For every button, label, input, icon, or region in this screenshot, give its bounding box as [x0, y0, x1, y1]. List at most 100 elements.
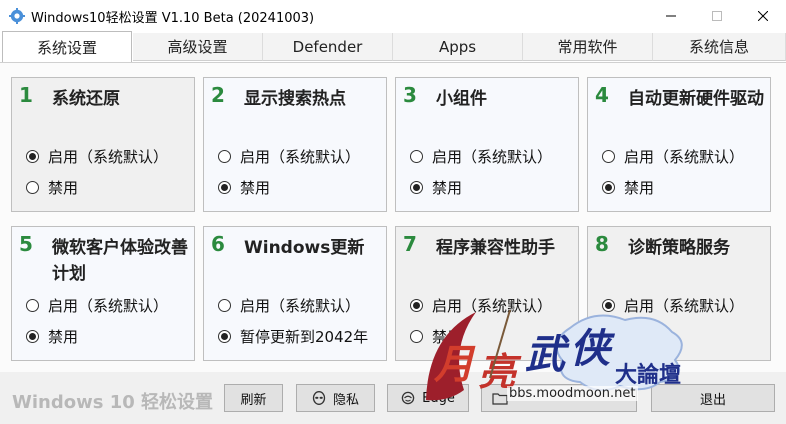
card-title: 系统还原 — [52, 89, 120, 109]
button-label: 刷新 — [240, 392, 267, 408]
card-compat-assistant: 7 程序兼容性助手 启用（系统默认） 禁用 — [395, 226, 579, 361]
option-label: 启用（系统默认） — [432, 296, 553, 315]
card-number: 1 — [19, 83, 33, 107]
radio-button-icon[interactable] — [410, 298, 423, 312]
option-disable[interactable]: 禁用 — [410, 177, 462, 197]
option-enable[interactable]: 启用（系统默认） — [410, 146, 552, 166]
option-enable[interactable]: 启用（系统默认） — [26, 146, 168, 166]
radio-button-icon[interactable] — [410, 149, 423, 163]
option-label: 启用（系统默认） — [240, 296, 361, 315]
maximize-icon — [712, 10, 722, 21]
tab-defender[interactable]: Defender — [263, 33, 393, 61]
card-title: 程序兼容性助手 — [436, 238, 555, 258]
card-number: 7 — [403, 232, 417, 256]
tab-common-software[interactable]: 常用软件 — [523, 33, 653, 61]
gear-app-icon — [9, 8, 25, 24]
tab-advanced-settings[interactable]: 高级设置 — [133, 33, 263, 61]
refresh-button[interactable]: 刷新 — [224, 384, 283, 412]
option-enable[interactable]: 启用（系统默认） — [602, 295, 744, 315]
close-icon — [758, 10, 768, 21]
forum-url-watermark: bbs.moodmoon.net — [507, 386, 638, 401]
card-title: 显示搜索热点 — [244, 89, 346, 109]
radio-button-icon[interactable] — [410, 329, 423, 343]
option-label: 启用（系统默认） — [48, 296, 169, 315]
privacy-button[interactable]: 隐私 — [296, 384, 375, 412]
card-title: Windows更新 — [244, 238, 365, 258]
card-number: 2 — [211, 83, 225, 107]
option-disable[interactable]: 禁用 — [602, 177, 654, 197]
option-label: 启用（系统默认） — [240, 147, 361, 166]
close-button[interactable] — [740, 0, 786, 31]
option-disable[interactable]: 禁用 — [218, 177, 270, 197]
card-widgets: 3 小组件 启用（系统默认） 禁用 — [395, 77, 579, 212]
title-bar: Windows10轻松设置 V1.10 Beta (20241003) — [0, 0, 786, 32]
card-number: 4 — [595, 83, 609, 107]
card-ceip: 5 微软客户体验改善计划 启用（系统默认） 禁用 — [11, 226, 195, 361]
option-disable[interactable]: 禁用 — [26, 177, 78, 197]
option-label: 启用（系统默认） — [432, 147, 553, 166]
option-label: 禁用 — [624, 327, 655, 346]
folder-icon — [492, 392, 508, 405]
radio-button-icon[interactable] — [218, 180, 231, 194]
window-title: Windows10轻松设置 V1.10 Beta (20241003) — [31, 11, 315, 26]
option-label: 禁用 — [240, 178, 271, 197]
minimize-icon — [666, 15, 676, 16]
bottom-bar: Windows 10 轻松设置 刷新 隐私 Edge 退出 — [0, 372, 786, 424]
radio-button-icon[interactable] — [602, 329, 615, 343]
card-system-restore: 1 系统还原 启用（系统默认） 禁用 — [11, 77, 195, 212]
card-number: 5 — [19, 232, 33, 256]
card-driver-auto-update: 4 自动更新硬件驱动 启用（系统默认） 禁用 — [587, 77, 771, 212]
tab-apps[interactable]: Apps — [393, 33, 523, 61]
button-label: Edge — [422, 390, 455, 406]
option-enable[interactable]: 启用（系统默认） — [26, 295, 168, 315]
option-label: 暂停更新到2042年 — [240, 327, 369, 346]
card-windows-update: 6 Windows更新 启用（系统默认） 暂停更新到2042年 — [203, 226, 387, 361]
option-pause-update[interactable]: 暂停更新到2042年 — [218, 326, 368, 346]
card-diagnostic-policy: 8 诊断策略服务 启用（系统默认） 禁用 — [587, 226, 771, 361]
option-label: 禁用 — [624, 178, 655, 197]
radio-button-icon[interactable] — [602, 180, 615, 194]
option-label: 启用（系统默认） — [624, 147, 745, 166]
card-number: 8 — [595, 232, 609, 256]
option-disable[interactable]: 禁用 — [26, 326, 78, 346]
option-label: 禁用 — [48, 327, 79, 346]
option-label: 禁用 — [432, 178, 463, 197]
option-disable[interactable]: 禁用 — [410, 326, 462, 346]
radio-button-icon[interactable] — [218, 329, 231, 343]
radio-button-icon[interactable] — [218, 298, 231, 312]
option-enable[interactable]: 启用（系统默认） — [218, 146, 360, 166]
option-label: 启用（系统默认） — [48, 147, 169, 166]
radio-button-icon[interactable] — [26, 149, 39, 163]
tab-system-info[interactable]: 系统信息 — [653, 33, 786, 61]
radio-button-icon[interactable] — [26, 329, 39, 343]
option-enable[interactable]: 启用（系统默认） — [218, 295, 360, 315]
card-title: 微软客户体验改善计划 — [52, 238, 188, 284]
button-label: 隐私 — [332, 392, 359, 408]
radio-button-icon[interactable] — [26, 180, 39, 194]
button-label: 退出 — [699, 392, 726, 408]
exit-button[interactable]: 退出 — [651, 384, 775, 412]
tab-strip: 系统设置 高级设置 Defender Apps 常用软件 系统信息 — [0, 31, 786, 62]
radio-button-icon[interactable] — [602, 298, 615, 312]
option-enable[interactable]: 启用（系统默认） — [602, 146, 744, 166]
alien-icon — [312, 391, 326, 405]
option-label: 禁用 — [48, 178, 79, 197]
radio-button-icon[interactable] — [410, 180, 423, 194]
radio-button-icon[interactable] — [218, 149, 231, 163]
edge-icon — [401, 391, 415, 405]
tab-system-settings[interactable]: 系统设置 — [2, 31, 132, 62]
edge-button[interactable]: Edge — [387, 384, 469, 412]
settings-panel: 1 系统还原 启用（系统默认） 禁用 2 显示搜索热点 启用（系统默认） 禁用 … — [0, 62, 786, 372]
maximize-button[interactable] — [694, 0, 740, 31]
option-disable[interactable]: 禁用 — [602, 326, 654, 346]
option-label: 启用（系统默认） — [624, 296, 745, 315]
radio-button-icon[interactable] — [602, 149, 615, 163]
option-enable[interactable]: 启用（系统默认） — [410, 295, 552, 315]
card-number: 3 — [403, 83, 417, 107]
card-search-highlights: 2 显示搜索热点 启用（系统默认） 禁用 — [203, 77, 387, 212]
card-title: 诊断策略服务 — [628, 238, 730, 258]
radio-button-icon[interactable] — [26, 298, 39, 312]
brand-label: Windows 10 轻松设置 — [12, 392, 214, 413]
minimize-button[interactable] — [648, 0, 694, 31]
card-title: 自动更新硬件驱动 — [628, 89, 764, 109]
